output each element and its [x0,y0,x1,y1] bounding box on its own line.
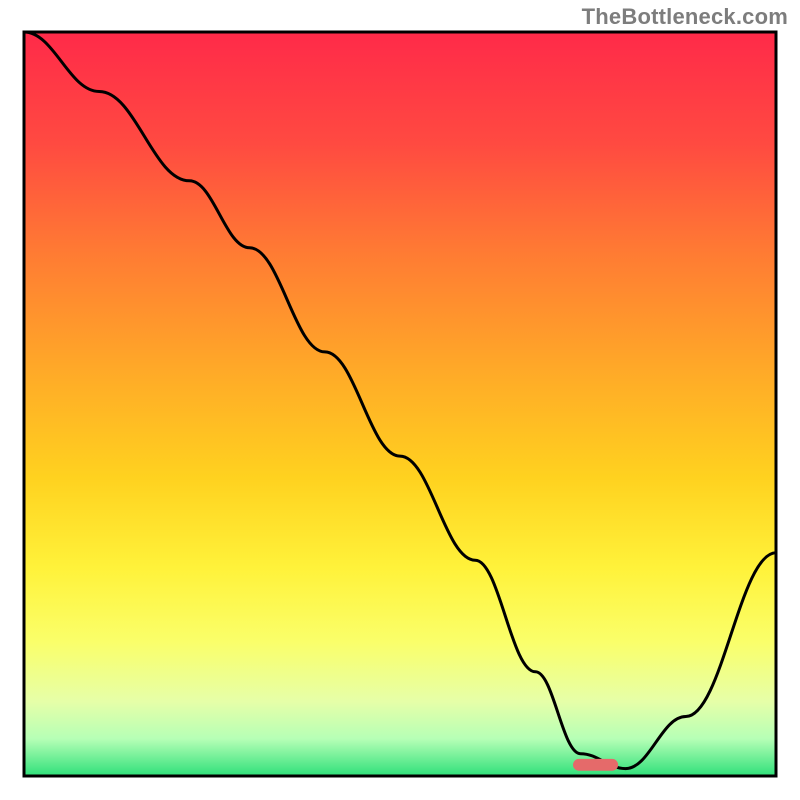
chart-container: TheBottleneck.com [0,0,800,800]
bottleneck-chart [0,0,800,800]
minimum-marker [573,759,618,771]
watermark-text: TheBottleneck.com [582,4,788,30]
plot-background [24,32,776,776]
